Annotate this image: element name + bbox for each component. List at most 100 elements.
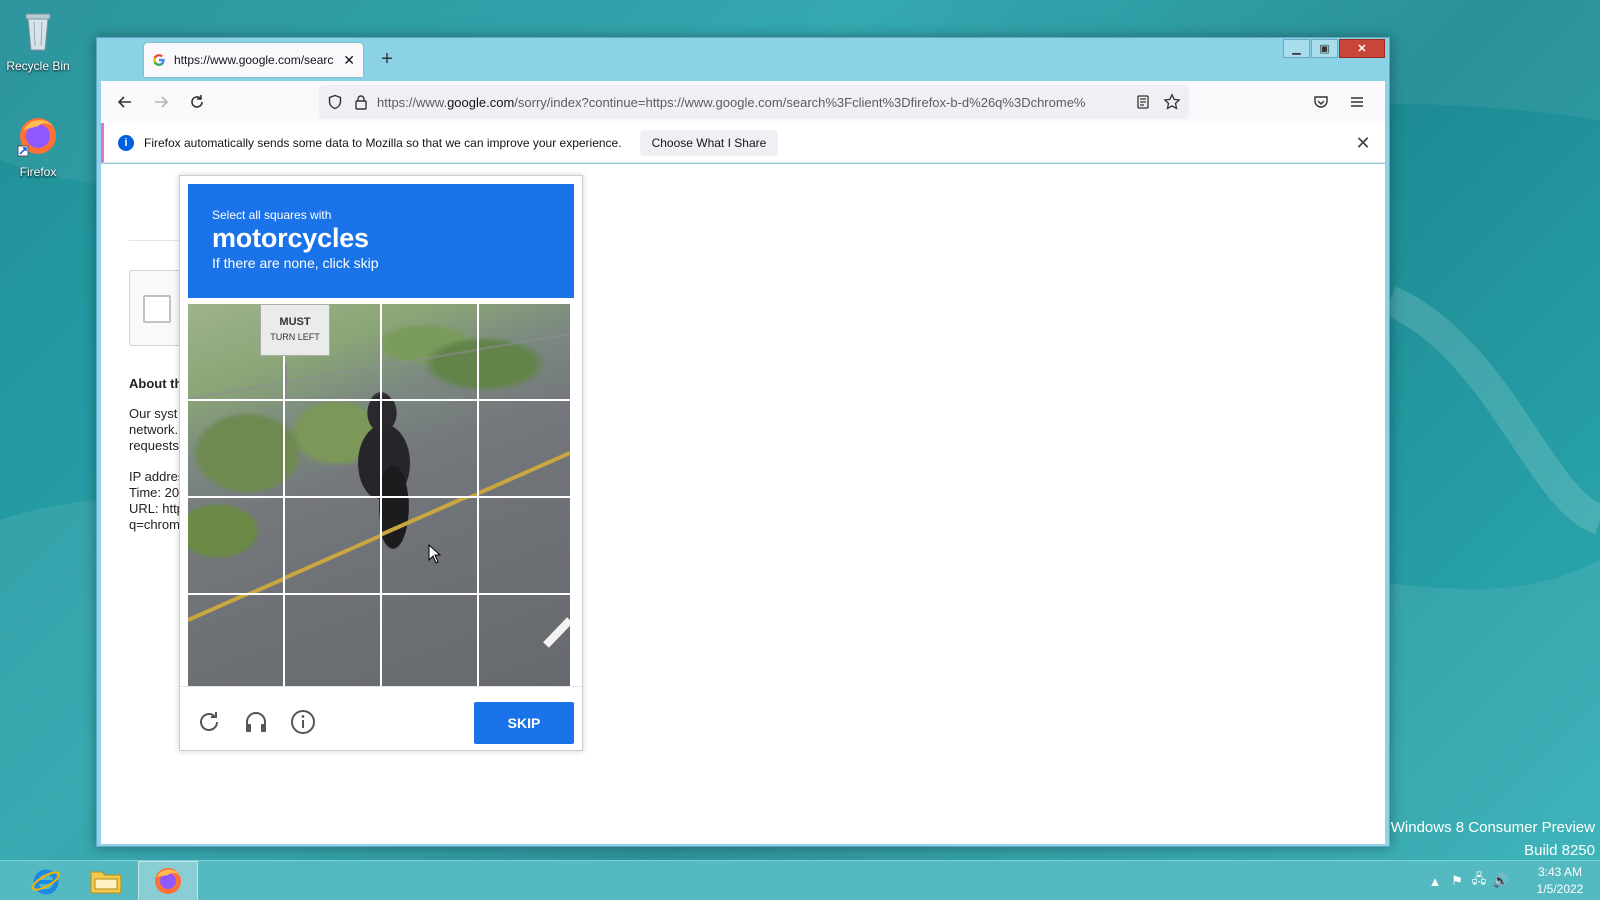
road-line (188, 381, 283, 399)
grid-tile[interactable] (188, 304, 283, 399)
grid-tile[interactable] (479, 304, 574, 399)
taskbar-file-explorer[interactable] (76, 861, 136, 900)
taskbar-internet-explorer[interactable] (16, 861, 76, 900)
bookmark-star-icon[interactable] (1163, 93, 1181, 111)
desktop-icon-label: Firefox (19, 165, 57, 179)
road-line (382, 348, 477, 367)
road-line (382, 595, 477, 686)
close-window-button[interactable]: ✕ (1339, 39, 1385, 58)
tab-title: https://www.google.com/searc (174, 53, 334, 67)
grid-tile[interactable] (479, 498, 574, 593)
action-center-flag-icon[interactable]: ⚑ (1446, 873, 1468, 889)
road-line (285, 364, 380, 399)
hamburger-menu-icon (1351, 97, 1363, 107)
firefox-icon (155, 868, 181, 894)
road-line (285, 595, 380, 686)
network-icon[interactable]: 🖧 (1468, 870, 1490, 892)
menu-button[interactable] (1339, 86, 1375, 118)
title-bar: https://www.google.com/searc ✕ + ▁ ▣ ✕ (97, 38, 1389, 81)
road-line (479, 333, 570, 351)
toolbar-right (1303, 86, 1375, 118)
challenge-footer: SKIP (180, 686, 582, 752)
grid-tile[interactable] (479, 595, 574, 690)
headphones-icon[interactable] (243, 709, 269, 735)
desktop-icon-label: Recycle Bin (6, 59, 70, 73)
info-circle-icon[interactable] (290, 709, 316, 735)
windows-build-watermark: Windows 8 Consumer Preview Build 8250 (1391, 816, 1595, 862)
firefox-icon (17, 118, 56, 157)
road-line (467, 491, 477, 496)
volume-icon[interactable]: 🔊 (1490, 873, 1512, 889)
grid-tile[interactable] (285, 498, 380, 593)
road-line (285, 401, 287, 403)
image-grid: MUST TURN LEFT (188, 304, 574, 690)
grid-tile[interactable] (188, 401, 283, 496)
pocket-icon (1314, 96, 1328, 108)
forward-button[interactable] (143, 86, 179, 118)
about-paragraph: Our syst network. requests (129, 406, 179, 453)
road-line (542, 616, 570, 648)
watermark-line: Build 8250 (1524, 842, 1595, 859)
reload-challenge-icon[interactable] (196, 709, 222, 735)
grid-tile[interactable] (285, 401, 380, 496)
system-tray: ▲ ⚑ 🖧 🔊 3:43 AM 1/5/2022 (1424, 861, 1600, 900)
notification-message: Firefox automatically sends some data to… (144, 135, 622, 150)
recycle-bin-icon (25, 13, 51, 51)
reload-button[interactable] (179, 86, 215, 118)
recaptcha-checkbox[interactable] (143, 295, 171, 323)
about-heading: About th (129, 376, 183, 391)
notification-close-icon[interactable]: ✕ (1353, 133, 1373, 153)
taskbar-firefox[interactable] (138, 861, 198, 900)
address-bar[interactable]: https://www.google.com/sorry/index?conti… (319, 85, 1189, 119)
grid-tile[interactable] (382, 595, 477, 690)
tracking-shield-icon[interactable] (327, 94, 343, 110)
road-line (246, 576, 283, 593)
info-icon: i (118, 134, 134, 151)
back-arrow-icon (117, 96, 131, 108)
grid-tile[interactable] (285, 304, 380, 399)
request-details: IP addres Time: 20 URL: http q=chrom (129, 469, 185, 532)
forward-arrow-icon (155, 96, 169, 108)
grid-tile[interactable] (479, 401, 574, 496)
clock[interactable]: 3:43 AM 1/5/2022 (1520, 864, 1600, 898)
url-text: https://www.google.com/sorry/index?conti… (377, 94, 1086, 110)
grid-tile[interactable] (382, 304, 477, 399)
folder-icon (90, 871, 122, 894)
about-section: About th Our syst network. requests IP a… (129, 376, 184, 548)
mouse-cursor-icon (428, 544, 442, 564)
browser-tab[interactable]: https://www.google.com/searc ✕ (144, 43, 363, 77)
instruction-subtext: If there are none, click skip (212, 255, 379, 271)
grid-tile[interactable] (188, 498, 283, 593)
clock-time: 3:43 AM (1537, 865, 1583, 879)
desktop-icon-recycle-bin[interactable]: Recycle Bin (0, 6, 78, 73)
data-collection-notification: i Firefox automatically sends some data … (101, 123, 1385, 163)
show-hidden-icons-icon[interactable]: ▲ (1424, 874, 1446, 889)
clock-date: 1/5/2022 (1536, 882, 1584, 896)
challenge-target: motorcycles (212, 223, 369, 253)
challenge-header: Select all squares with motorcycles If t… (188, 184, 574, 298)
desktop-icon-firefox[interactable]: Firefox (0, 112, 78, 179)
grid-tile[interactable] (382, 401, 477, 496)
window-controls: ▁ ▣ ✕ (1282, 39, 1385, 58)
road-line (479, 450, 570, 495)
internet-explorer-icon (31, 869, 61, 895)
navigation-toolbar: https://www.google.com/sorry/index?conti… (101, 81, 1385, 123)
new-tab-button[interactable]: + (375, 48, 399, 72)
maximize-button[interactable]: ▣ (1311, 39, 1338, 58)
road-line (285, 533, 380, 580)
lock-icon[interactable] (353, 94, 369, 110)
choose-what-i-share-button[interactable]: Choose What I Share (639, 129, 779, 156)
road-line (479, 498, 570, 593)
back-button[interactable] (107, 86, 143, 118)
pocket-button[interactable] (1303, 86, 1339, 118)
reader-view-icon[interactable] (1135, 94, 1151, 110)
minimize-button[interactable]: ▁ (1283, 39, 1310, 58)
tab-close-icon[interactable]: ✕ (343, 52, 355, 69)
instruction-text: Select all squares with (212, 208, 332, 222)
grid-tile[interactable] (285, 595, 380, 690)
skip-button[interactable]: SKIP (474, 702, 574, 744)
google-favicon-icon (153, 54, 165, 66)
reload-icon (191, 95, 203, 108)
grid-tile[interactable] (188, 595, 283, 690)
watermark-line: Windows 8 Consumer Preview (1390, 819, 1595, 836)
